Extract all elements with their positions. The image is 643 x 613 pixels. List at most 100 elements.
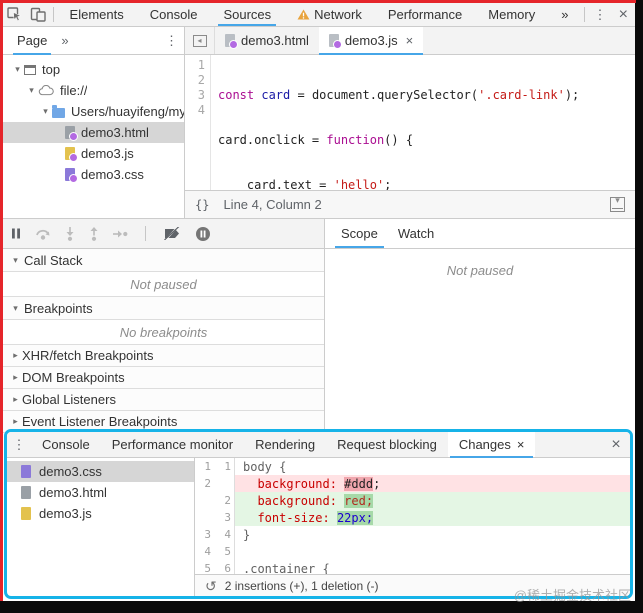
chevron-down-icon: ▾ xyxy=(13,254,18,265)
tab-watch[interactable]: Watch xyxy=(388,219,444,248)
tab-scope[interactable]: Scope xyxy=(331,219,388,248)
code-line: card.onclick = function() { xyxy=(218,133,414,147)
tree-item-top[interactable]: ▾ top xyxy=(3,59,184,80)
tab-network-label: Network xyxy=(314,7,362,22)
line-number[interactable]: 4 xyxy=(185,103,205,118)
cursor-position: Line 4, Column 2 xyxy=(223,197,322,212)
drawer-tab-performance-monitor[interactable]: Performance monitor xyxy=(101,432,244,457)
html-file-icon xyxy=(21,486,31,499)
code-editor[interactable]: 1 2 3 4 const card = document.querySelec… xyxy=(185,55,635,237)
editor-tab-demo3-js[interactable]: demo3.js × xyxy=(318,27,424,55)
device-toolbar-button[interactable] xyxy=(26,3,49,26)
line-number-gutter[interactable]: 1 2 3 4 xyxy=(185,55,211,190)
revert-icon[interactable]: ↺ xyxy=(205,579,217,593)
editor-options-icon[interactable] xyxy=(610,195,625,212)
navigator-tab-page[interactable]: Page xyxy=(9,27,55,55)
step-into-button[interactable] xyxy=(65,226,75,241)
step-over-button[interactable] xyxy=(35,227,51,240)
close-tab-icon[interactable]: × xyxy=(406,33,414,48)
drawer-tab-bar: ⋮ Console Performance monitor Rendering … xyxy=(7,432,630,458)
debugger-toolbar xyxy=(3,219,324,249)
device-icon xyxy=(30,7,46,22)
editor-tab-bar: ◂ demo3.html demo3.js × xyxy=(185,27,635,55)
devtools-window: Elements Console Sources Network Perform… xyxy=(3,3,635,601)
global-listeners-section-header[interactable]: ▸ Global Listeners xyxy=(3,389,324,411)
watermark: @稀土掘金技术社区 xyxy=(513,588,631,603)
tree-item-file-scheme[interactable]: ▾ file:// xyxy=(3,80,184,101)
chevron-right-icon: ▸ xyxy=(13,372,18,382)
chevron-right-icon: ▸ xyxy=(13,350,18,360)
pause-script-button[interactable] xyxy=(11,228,21,239)
tab-sources[interactable]: Sources xyxy=(210,3,284,26)
drawer-menu-button[interactable]: ⋮ xyxy=(7,432,31,457)
chevron-down-icon: ▾ xyxy=(13,302,18,313)
step-into-icon xyxy=(66,226,74,241)
line-number[interactable]: 1 xyxy=(185,58,205,73)
pretty-print-icon[interactable]: {} xyxy=(195,198,209,212)
changes-file-list: demo3.css demo3.html demo3.js xyxy=(7,458,195,596)
scope-empty-text: Not paused xyxy=(446,263,514,278)
breakpoints-section-header[interactable]: ▾ Breakpoints xyxy=(3,297,324,320)
step-icon xyxy=(113,230,128,237)
more-panels-button[interactable]: » xyxy=(548,3,581,26)
line-number[interactable]: 3 xyxy=(185,88,205,103)
html-file-icon xyxy=(65,126,78,141)
js-file-icon xyxy=(65,147,78,162)
tree-item-folder[interactable]: ▾ Users/huayifeng/my/n xyxy=(3,101,184,122)
diff-row-unchanged: 45 xyxy=(195,543,630,560)
css-file-icon xyxy=(65,168,78,183)
drawer-tab-console[interactable]: Console xyxy=(31,432,101,457)
devtools-menu-button[interactable]: ⋮ xyxy=(588,3,611,26)
drawer-close-button[interactable]: × xyxy=(602,432,630,457)
kebab-menu-icon: ⋮ xyxy=(165,33,178,48)
close-tab-icon[interactable]: × xyxy=(517,437,525,452)
devtools-close-button[interactable]: × xyxy=(612,3,635,26)
drawer-tab-request-blocking[interactable]: Request blocking xyxy=(326,432,448,457)
diff-row-unchanged: 56 .container { xyxy=(195,560,630,574)
toolbar-divider xyxy=(584,7,586,22)
panel-collapse-icon: ◂ xyxy=(192,34,207,47)
toolbar-divider xyxy=(52,7,54,22)
screen-edge-right xyxy=(635,0,643,613)
step-over-icon xyxy=(36,229,50,240)
line-number[interactable]: 2 xyxy=(185,73,205,88)
deactivate-breakpoints-icon xyxy=(164,227,180,240)
navigator-menu-button[interactable]: ⋮ xyxy=(165,33,178,48)
step-out-icon xyxy=(90,226,98,241)
deactivate-breakpoints-button[interactable] xyxy=(163,227,181,240)
breakpoints-empty-text: No breakpoints xyxy=(3,320,324,345)
recording-border-top xyxy=(0,0,636,3)
drawer-tab-changes[interactable]: Changes × xyxy=(447,432,536,458)
chevron-down-icon: ▾ xyxy=(29,85,34,95)
pause-on-exceptions-button[interactable] xyxy=(195,226,211,242)
changes-file-demo3-js[interactable]: demo3.js xyxy=(7,503,194,524)
editor-tab-demo3-html[interactable]: demo3.html xyxy=(215,27,319,54)
tab-memory[interactable]: Memory xyxy=(475,3,548,26)
diff-row-insertion: 3 font-size: 22px; xyxy=(195,509,630,526)
navigator-more-tabs-button[interactable]: » xyxy=(55,33,74,48)
tab-performance[interactable]: Performance xyxy=(375,3,475,26)
tab-elements[interactable]: Elements xyxy=(57,3,137,26)
changes-file-demo3-html[interactable]: demo3.html xyxy=(7,482,194,503)
editor-status-bar: {} Line 4, Column 2 xyxy=(185,190,635,218)
tree-item-demo3-css[interactable]: demo3.css xyxy=(3,164,184,185)
call-stack-section-header[interactable]: ▾ Call Stack xyxy=(3,249,324,272)
tree-item-demo3-js[interactable]: demo3.js xyxy=(3,143,184,164)
tree-item-demo3-html[interactable]: demo3.html xyxy=(3,122,184,143)
code-lines[interactable]: const card = document.querySelector('.ca… xyxy=(211,55,579,237)
recording-border-left xyxy=(0,0,3,601)
tab-console[interactable]: Console xyxy=(137,3,211,26)
xhr-breakpoints-section-header[interactable]: ▸ XHR/fetch Breakpoints xyxy=(3,345,324,367)
changes-file-demo3-css[interactable]: demo3.css xyxy=(7,461,194,482)
kebab-menu-icon: ⋮ xyxy=(593,7,607,22)
tab-network[interactable]: Network xyxy=(284,3,375,26)
drawer-tab-rendering[interactable]: Rendering xyxy=(244,432,326,457)
step-button[interactable] xyxy=(113,229,128,239)
navigator-toggle-button[interactable]: ◂ xyxy=(185,27,215,54)
step-out-button[interactable] xyxy=(89,226,99,241)
dom-breakpoints-section-header[interactable]: ▸ DOM Breakpoints xyxy=(3,367,324,389)
devtools-screenshot: Elements Console Sources Network Perform… xyxy=(0,0,643,613)
scope-watch-panel: Scope Watch Not paused xyxy=(325,219,635,431)
close-icon: × xyxy=(618,5,628,23)
inspect-element-button[interactable] xyxy=(3,3,26,26)
